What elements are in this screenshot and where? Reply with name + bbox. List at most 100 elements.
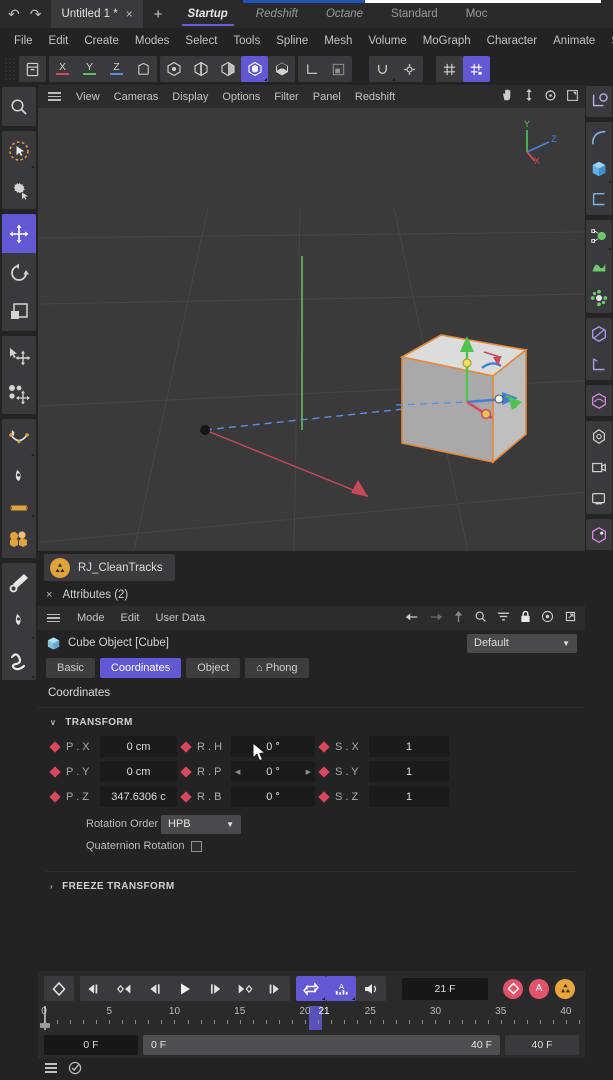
viewport-menu-options[interactable]: Options	[215, 91, 267, 103]
step-back-icon[interactable]	[140, 976, 170, 1001]
loop-playback-icon[interactable]	[296, 976, 326, 1001]
primitive-cube-icon[interactable]	[586, 153, 612, 184]
up-arrow-icon[interactable]	[453, 610, 464, 626]
keyframe-diamond-icon[interactable]	[180, 740, 192, 753]
attribute-tab-basic[interactable]: Basic	[46, 658, 95, 678]
viewport-menu-panel[interactable]: Panel	[306, 91, 348, 103]
spline-arc-icon[interactable]	[586, 122, 612, 153]
object-manager-icon[interactable]	[19, 56, 46, 82]
rotation-b-input[interactable]: 0 °	[231, 786, 315, 807]
decrement-arrow-icon[interactable]: ◀	[235, 768, 240, 776]
menu-item-create[interactable]: Create	[76, 35, 127, 47]
current-frame-field[interactable]: 21 F	[402, 977, 488, 1000]
transform-tool-icon[interactable]	[2, 336, 36, 375]
attribute-tab-coordinates[interactable]: Coordinates	[99, 658, 182, 678]
scale-z-input[interactable]: 1	[369, 786, 449, 807]
search-icon[interactable]	[474, 610, 487, 626]
menu-item-volume[interactable]: Volume	[360, 35, 414, 47]
preset-dropdown[interactable]: Default ▼	[467, 633, 577, 653]
zoom-axis-icon[interactable]	[523, 88, 535, 105]
workplane-icon[interactable]	[298, 56, 325, 82]
edge-mode-icon[interactable]	[187, 56, 214, 82]
generator-icon[interactable]	[586, 318, 612, 349]
mograph-cloner-icon[interactable]	[586, 220, 612, 251]
live-selection-tool-icon[interactable]	[2, 131, 36, 170]
sculpt-tool-icon[interactable]	[2, 519, 36, 558]
snap-icon[interactable]	[369, 56, 396, 82]
layout-tab-startup[interactable]: Startup	[174, 0, 242, 28]
menu-item-character[interactable]: Character	[479, 35, 546, 47]
menu-item-mograph[interactable]: MoGraph	[415, 35, 479, 47]
check-circle-icon[interactable]	[68, 1061, 82, 1078]
autokeying-icon[interactable]: A	[529, 978, 549, 999]
increment-arrow-icon[interactable]: ▶	[306, 768, 311, 776]
model-mode-icon[interactable]	[241, 56, 268, 82]
hamburger-icon[interactable]	[44, 613, 69, 623]
position-z-input[interactable]: 347.6306 c	[100, 786, 177, 807]
lock-z-axis-icon[interactable]: Z	[103, 56, 130, 82]
menu-item-sim[interactable]: Sim	[603, 35, 613, 47]
back-arrow-icon[interactable]	[405, 611, 419, 626]
grid-lock-icon[interactable]	[463, 56, 490, 82]
autokey-icon[interactable]: A	[326, 976, 356, 1001]
scale-x-input[interactable]: 1	[369, 736, 449, 757]
menu-item-tools[interactable]: Tools	[225, 35, 268, 47]
point-mode-icon[interactable]	[160, 56, 187, 82]
selection-settings-tool-icon[interactable]	[2, 170, 36, 209]
workplane-axis-icon[interactable]	[586, 86, 612, 117]
material-tool-icon[interactable]	[2, 497, 36, 519]
soft-selection-tool-icon[interactable]	[2, 375, 36, 414]
previous-keyframe-icon[interactable]	[110, 976, 140, 1001]
frame-to-field[interactable]: 40 F	[505, 1035, 579, 1055]
go-to-end-icon[interactable]	[260, 976, 290, 1001]
keyframe-diamond-icon[interactable]	[49, 740, 61, 753]
menu-item-mesh[interactable]: Mesh	[316, 35, 360, 47]
position-y-input[interactable]: 0 cm	[100, 761, 177, 782]
attribute-tab-object[interactable]: Object	[186, 658, 241, 678]
search-icon[interactable]	[2, 87, 36, 126]
layout-tab-standard[interactable]: Standard	[377, 0, 452, 28]
undo-arrow-icon[interactable]: ↶	[8, 6, 20, 23]
polygon-pen-tool-icon[interactable]	[2, 458, 36, 497]
keyframe-diamond-icon[interactable]	[318, 740, 330, 753]
keyframe-diamond-icon[interactable]	[49, 790, 61, 803]
attribute-tab-phong[interactable]: ⌂ Phong	[245, 658, 309, 678]
chevron-down-icon[interactable]: ∨	[50, 718, 56, 727]
lock-icon[interactable]	[520, 610, 531, 626]
record-keyframe-icon[interactable]	[44, 976, 74, 1001]
material-sphere-icon[interactable]	[586, 519, 612, 550]
viewport-menu-filter[interactable]: Filter	[267, 91, 305, 103]
timeline-range-slider[interactable]: 0 F 40 F	[143, 1035, 500, 1055]
snap-settings-icon[interactable]	[396, 56, 423, 82]
freeze-transform-header[interactable]: › FREEZE TRANSFORM	[46, 872, 577, 900]
record-target-icon[interactable]	[541, 610, 554, 626]
rotation-h-input[interactable]: 0 °	[231, 736, 315, 757]
keyframe-diamond-icon[interactable]	[180, 790, 192, 803]
next-keyframe-icon[interactable]	[230, 976, 260, 1001]
camera-icon[interactable]	[586, 452, 612, 483]
menu-item-file[interactable]: File	[6, 35, 41, 47]
attributes-menu-edit[interactable]: Edit	[113, 612, 148, 624]
redo-arrow-icon[interactable]: ↷	[30, 6, 42, 23]
keyframe-diamond-icon[interactable]	[318, 765, 330, 778]
menu-item-select[interactable]: Select	[177, 35, 225, 47]
toolbar-drag-handle[interactable]	[4, 57, 16, 81]
open-external-icon[interactable]	[564, 610, 577, 626]
move-tool-icon[interactable]	[2, 214, 36, 253]
attributes-menu-mode[interactable]: Mode	[69, 612, 113, 624]
cube-object[interactable]	[394, 330, 544, 480]
viewport-menu-redshift[interactable]: Redshift	[348, 91, 402, 103]
scale-y-input[interactable]: 1	[369, 761, 449, 782]
layout-tab-octane[interactable]: Octane	[312, 0, 377, 28]
record-active-objects-icon[interactable]	[503, 978, 523, 999]
go-to-start-icon[interactable]	[80, 976, 110, 1001]
grid-icon[interactable]	[436, 56, 463, 82]
lock-x-axis-icon[interactable]: X	[49, 56, 76, 82]
menu-item-edit[interactable]: Edit	[41, 35, 77, 47]
viewport-solo-icon[interactable]	[325, 56, 352, 82]
quaternion-rotation-checkbox[interactable]	[191, 840, 203, 852]
menu-item-spline[interactable]: Spline	[268, 35, 316, 47]
close-icon[interactable]: ×	[46, 589, 52, 601]
spline-pen-tool-icon[interactable]	[2, 419, 36, 458]
light-icon[interactable]	[586, 421, 612, 452]
